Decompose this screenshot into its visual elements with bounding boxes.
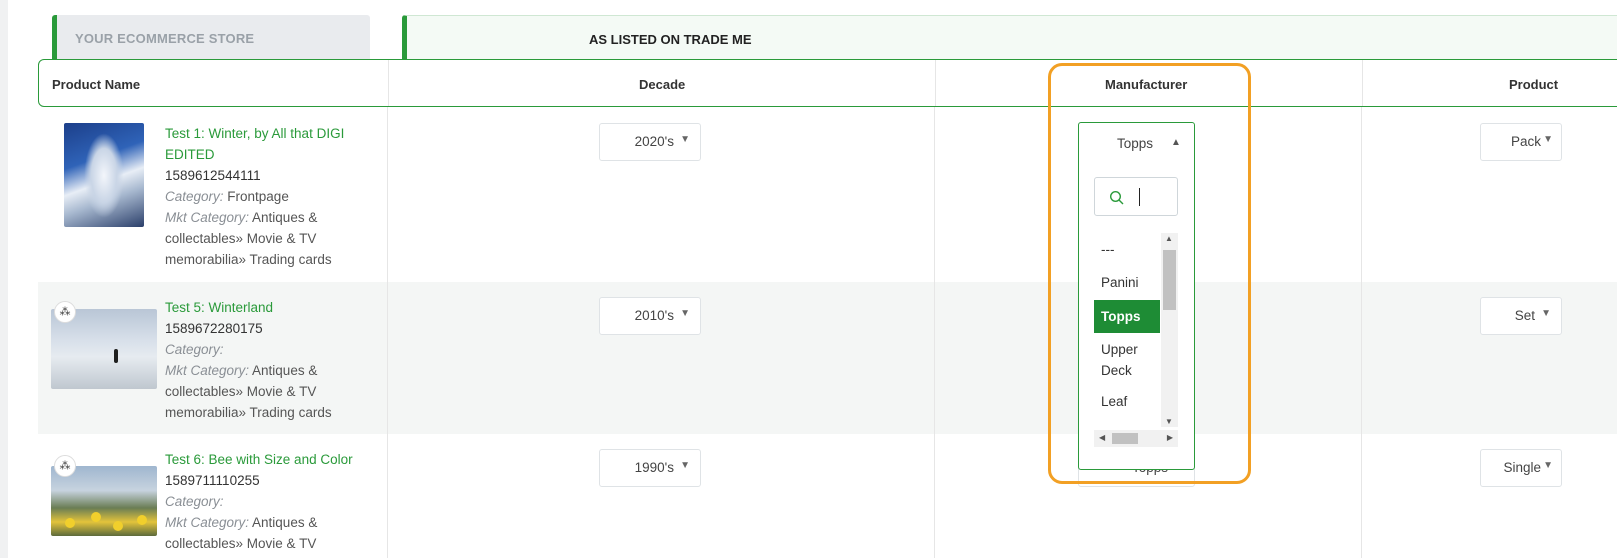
header-product: Product: [1509, 77, 1559, 92]
product-select[interactable]: Pack ▼: [1480, 123, 1562, 161]
chevron-down-icon: ▼: [680, 134, 690, 145]
manufacturer-select[interactable]: Topps ▲: [1079, 123, 1194, 163]
mkt-category-value: memorabilia» Trading cards: [165, 252, 332, 267]
chevron-down-icon: ▼: [1543, 460, 1553, 471]
category-value: Frontpage: [223, 189, 289, 204]
column-divider: [934, 107, 935, 558]
category-label: Category:: [165, 342, 224, 357]
chevron-up-icon: ▲: [1171, 137, 1181, 148]
mkt-category-label: Mkt Category:: [165, 363, 250, 378]
header-decade: Decade: [639, 77, 686, 92]
vertical-scrollbar[interactable]: ▲ ▼: [1161, 233, 1178, 427]
product-select[interactable]: Set ▼: [1480, 297, 1562, 335]
table-header: Product Name Decade Manufacturer Product: [38, 59, 1617, 107]
decade-value: 2020's: [634, 134, 674, 149]
product-sku: 1589711110255: [165, 473, 260, 488]
search-icon: [1109, 190, 1124, 205]
option-item[interactable]: ---: [1094, 239, 1160, 261]
option-item[interactable]: Upper Deck: [1094, 339, 1160, 381]
scroll-left-icon[interactable]: ◀: [1099, 433, 1105, 442]
mkt-category-label: Mkt Category:: [165, 515, 250, 530]
header-divider: [1362, 60, 1363, 106]
scroll-up-icon[interactable]: ▲: [1165, 234, 1173, 243]
horizontal-scrollbar[interactable]: ◀ ▶: [1094, 430, 1178, 447]
product-title-link[interactable]: Test 1: Winter, by All that DIGI EDITED: [165, 123, 380, 165]
product-title-link[interactable]: Test 6: Bee with Size and Color: [165, 449, 380, 470]
manufacturer-dropdown-open[interactable]: Topps ▲ --- Panini Topps Upper Deck Leaf…: [1078, 122, 1195, 470]
category-label: Category:: [165, 189, 224, 204]
chevron-down-icon: ▼: [680, 308, 690, 319]
product-value: Set: [1514, 308, 1535, 323]
product-info: Test 1: Winter, by All that DIGI EDITED …: [165, 123, 380, 270]
mkt-category-value: Antiques &: [249, 515, 318, 530]
product-title-line[interactable]: EDITED: [165, 144, 380, 165]
product-select[interactable]: Single ▼: [1480, 449, 1562, 487]
product-value: Single: [1503, 460, 1541, 475]
chevron-down-icon: ▼: [1543, 134, 1553, 145]
mkt-category-label: Mkt Category:: [165, 210, 250, 225]
scrollbar-thumb[interactable]: [1163, 250, 1176, 310]
mkt-category-value: memorabilia» Trading cards: [165, 405, 332, 420]
decade-value: 1990's: [634, 460, 674, 475]
option-item[interactable]: Leaf: [1094, 391, 1160, 413]
variants-icon: ⁂: [54, 455, 76, 477]
left-edge-strip: [0, 0, 8, 558]
mkt-category-value: Antiques &: [249, 363, 318, 378]
tab-your-ecommerce-store[interactable]: YOUR ECOMMERCE STORE: [52, 15, 370, 59]
decade-value: 2010's: [634, 308, 674, 323]
decade-select[interactable]: 2010's ▼: [599, 297, 701, 335]
scrollbar-thumb[interactable]: [1112, 433, 1138, 444]
product-value: Pack: [1510, 134, 1541, 149]
header-product-name: Product Name: [52, 77, 141, 92]
column-divider: [1361, 107, 1362, 558]
variants-icon: ⁂: [54, 301, 76, 323]
chevron-down-icon: ▼: [1541, 308, 1551, 319]
product-title-link[interactable]: Test 5: Winterland: [165, 297, 380, 318]
tab-trademe-label: AS LISTED ON TRADE ME: [589, 32, 752, 47]
manufacturer-search-field[interactable]: [1094, 177, 1178, 216]
header-divider: [935, 60, 936, 106]
manufacturer-option-list[interactable]: --- Panini Topps Upper Deck Leaf: [1094, 233, 1160, 427]
tab-as-listed-on-trademe[interactable]: AS LISTED ON TRADE ME: [402, 15, 1617, 59]
header-manufacturer: Manufacturer: [1105, 77, 1188, 92]
header-divider: [388, 60, 389, 106]
category-label: Category:: [165, 494, 224, 509]
product-title-line[interactable]: Test 1: Winter, by All that DIGI: [165, 123, 380, 144]
tab-store-label: YOUR ECOMMERCE STORE: [75, 31, 255, 46]
option-item[interactable]: Panini: [1094, 272, 1160, 294]
mkt-category-value: Antiques &: [249, 210, 318, 225]
decade-select[interactable]: 1990's ▼: [599, 449, 701, 487]
chevron-down-icon: ▼: [680, 460, 690, 471]
product-sku: 1589672280175: [165, 321, 263, 336]
product-info: Test 5: Winterland 1589672280175 Categor…: [165, 297, 380, 423]
product-info: Test 6: Bee with Size and Color 15897111…: [165, 449, 380, 554]
manufacturer-value: Topps: [1117, 136, 1154, 151]
decade-select[interactable]: 2020's ▼: [599, 123, 701, 161]
scroll-down-icon[interactable]: ▼: [1165, 417, 1173, 426]
mkt-category-value: collectables» Movie & TV: [165, 536, 317, 551]
column-divider: [387, 107, 388, 558]
scroll-right-icon[interactable]: ▶: [1167, 433, 1173, 442]
product-sku: 1589612544111: [165, 168, 261, 183]
product-thumbnail[interactable]: [64, 123, 144, 227]
mkt-category-value: collectables» Movie & TV: [165, 384, 317, 399]
text-cursor: [1139, 188, 1140, 206]
option-item-selected[interactable]: Topps: [1094, 300, 1160, 333]
mkt-category-value: collectables» Movie & TV: [165, 231, 317, 246]
